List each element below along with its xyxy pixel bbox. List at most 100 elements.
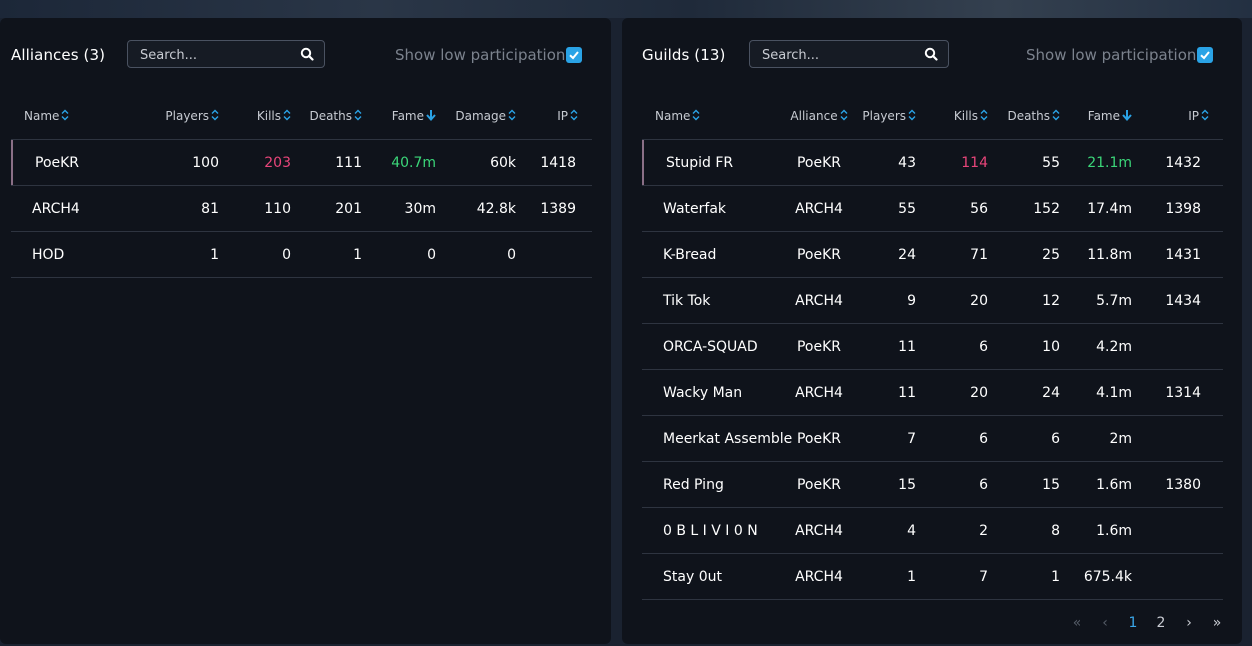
col-header-kills[interactable]: Kills xyxy=(916,93,988,140)
col-header-players[interactable]: Players xyxy=(131,93,219,140)
cell-ip: 1389 xyxy=(516,185,592,232)
table-row[interactable]: ORCA-SQUAD PoeKR 11 6 10 4.2m xyxy=(642,323,1223,370)
cell-kills: 56 xyxy=(916,185,988,232)
cell-players: 7 xyxy=(856,415,916,462)
cell-damage: 0 xyxy=(436,231,516,278)
guilds-panel: Guilds (13) Show low participation Name … xyxy=(622,18,1242,644)
alliances-header-row: Name Players Kills Deaths Fame Damage IP xyxy=(11,93,592,140)
cell-deaths: 10 xyxy=(988,323,1060,370)
table-row[interactable]: Red Ping PoeKR 15 6 15 1.6m 1380 xyxy=(642,461,1223,508)
sort-icon xyxy=(1052,109,1060,124)
sort-icon xyxy=(211,109,219,124)
cell-damage: 42.8k xyxy=(436,185,516,232)
table-row[interactable]: K-Bread PoeKR 24 71 25 11.8m 1431 xyxy=(642,231,1223,278)
cell-name: Waterfak xyxy=(642,185,782,232)
cell-fame: 4.1m xyxy=(1060,369,1132,416)
table-row[interactable]: Stupid FR PoeKR 43 114 55 21.1m 1432 xyxy=(642,139,1223,186)
page-2-button[interactable]: 2 xyxy=(1154,615,1168,631)
col-header-alliance[interactable]: Alliance xyxy=(782,93,856,140)
cell-players: 11 xyxy=(856,323,916,370)
cell-name: Tik Tok xyxy=(642,277,782,324)
cell-ip: 1434 xyxy=(1132,277,1223,324)
cell-players: 55 xyxy=(856,185,916,232)
col-header-deaths[interactable]: Deaths xyxy=(291,93,362,140)
table-row[interactable]: Waterfak ARCH4 55 56 152 17.4m 1398 xyxy=(642,185,1223,232)
cell-kills: 20 xyxy=(916,369,988,416)
cell-players: 15 xyxy=(856,461,916,508)
last-page-button[interactable]: » xyxy=(1210,615,1224,631)
cell-ip xyxy=(1132,323,1223,370)
sort-icon xyxy=(980,109,988,124)
sort-icon xyxy=(908,109,916,124)
alliances-title: Alliances (3) xyxy=(11,46,106,64)
cell-kills: 110 xyxy=(219,185,291,232)
sort-icon xyxy=(354,109,362,124)
cell-kills: 20 xyxy=(916,277,988,324)
guilds-search-input[interactable] xyxy=(760,45,924,65)
table-row[interactable]: HOD 1 0 1 0 0 xyxy=(11,231,592,278)
col-header-fame[interactable]: Fame xyxy=(1060,93,1132,140)
search-icon[interactable] xyxy=(924,46,940,62)
cell-players: 1 xyxy=(131,231,219,278)
table-row[interactable]: Stay 0ut ARCH4 1 7 1 675.4k xyxy=(642,553,1223,600)
cell-kills: 2 xyxy=(916,507,988,554)
table-row[interactable]: Meerkat Assemble PoeKR 7 6 6 2m xyxy=(642,415,1223,462)
col-header-ip[interactable]: IP xyxy=(1132,93,1223,140)
cell-name: Red Ping xyxy=(642,461,782,508)
cell-ip xyxy=(1132,507,1223,554)
cell-ip: 1418 xyxy=(516,139,592,186)
alliances-low-participation-label: Show low participation xyxy=(395,46,566,64)
table-row[interactable]: ARCH4 81 110 201 30m 42.8k 1389 xyxy=(11,185,592,232)
col-header-ip[interactable]: IP xyxy=(516,93,592,140)
cell-deaths: 111 xyxy=(291,139,362,186)
table-row[interactable]: 0 B L I V I 0 N ARCH4 4 2 8 1.6m xyxy=(642,507,1223,554)
col-header-name[interactable]: Name xyxy=(11,93,131,140)
search-icon[interactable] xyxy=(300,46,316,62)
guilds-low-participation-checkbox[interactable] xyxy=(1197,47,1213,63)
cell-name: 0 B L I V I 0 N xyxy=(642,507,782,554)
col-header-players[interactable]: Players xyxy=(856,93,916,140)
sort-icon xyxy=(570,109,578,124)
cell-name: ORCA-SQUAD xyxy=(642,323,782,370)
cell-alliance: PoeKR xyxy=(782,461,856,508)
prev-page-button[interactable]: ‹ xyxy=(1098,615,1112,631)
alliances-search-box xyxy=(127,40,325,68)
col-header-deaths[interactable]: Deaths xyxy=(988,93,1060,140)
guilds-search-box xyxy=(749,40,949,68)
col-header-kills[interactable]: Kills xyxy=(219,93,291,140)
first-page-button[interactable]: « xyxy=(1070,615,1084,631)
sort-icon xyxy=(508,109,516,124)
cell-players: 43 xyxy=(856,139,916,186)
cell-damage: 60k xyxy=(436,139,516,186)
cell-alliance: ARCH4 xyxy=(782,507,856,554)
cell-ip: 1380 xyxy=(1132,461,1223,508)
alliances-low-participation-checkbox[interactable] xyxy=(566,47,582,63)
next-page-button[interactable]: › xyxy=(1182,615,1196,631)
page-1-button[interactable]: 1 xyxy=(1126,615,1140,631)
cell-players: 9 xyxy=(856,277,916,324)
col-header-fame[interactable]: Fame xyxy=(362,93,436,140)
sort-icon xyxy=(840,109,848,124)
cell-fame: 11.8m xyxy=(1060,231,1132,278)
cell-players: 24 xyxy=(856,231,916,278)
table-row[interactable]: Wacky Man ARCH4 11 20 24 4.1m 1314 xyxy=(642,369,1223,416)
cell-players: 4 xyxy=(856,507,916,554)
cell-deaths: 201 xyxy=(291,185,362,232)
cell-deaths: 24 xyxy=(988,369,1060,416)
cell-deaths: 6 xyxy=(988,415,1060,462)
sort-icon xyxy=(61,109,69,124)
cell-name: Stupid FR xyxy=(642,139,782,186)
table-row[interactable]: PoeKR 100 203 111 40.7m 60k 1418 xyxy=(11,139,592,186)
col-header-damage[interactable]: Damage xyxy=(436,93,516,140)
col-header-name[interactable]: Name xyxy=(642,93,782,140)
table-row[interactable]: Tik Tok ARCH4 9 20 12 5.7m 1434 xyxy=(642,277,1223,324)
cell-ip xyxy=(516,231,592,278)
cell-players: 1 xyxy=(856,553,916,600)
cell-fame: 17.4m xyxy=(1060,185,1132,232)
checkmark-icon xyxy=(1200,51,1210,60)
guilds-table: Name Alliance Players Kills Deaths Fame … xyxy=(642,93,1223,600)
alliances-search-input[interactable] xyxy=(138,45,302,65)
cell-deaths: 8 xyxy=(988,507,1060,554)
cell-ip: 1398 xyxy=(1132,185,1223,232)
cell-ip: 1432 xyxy=(1132,139,1223,186)
